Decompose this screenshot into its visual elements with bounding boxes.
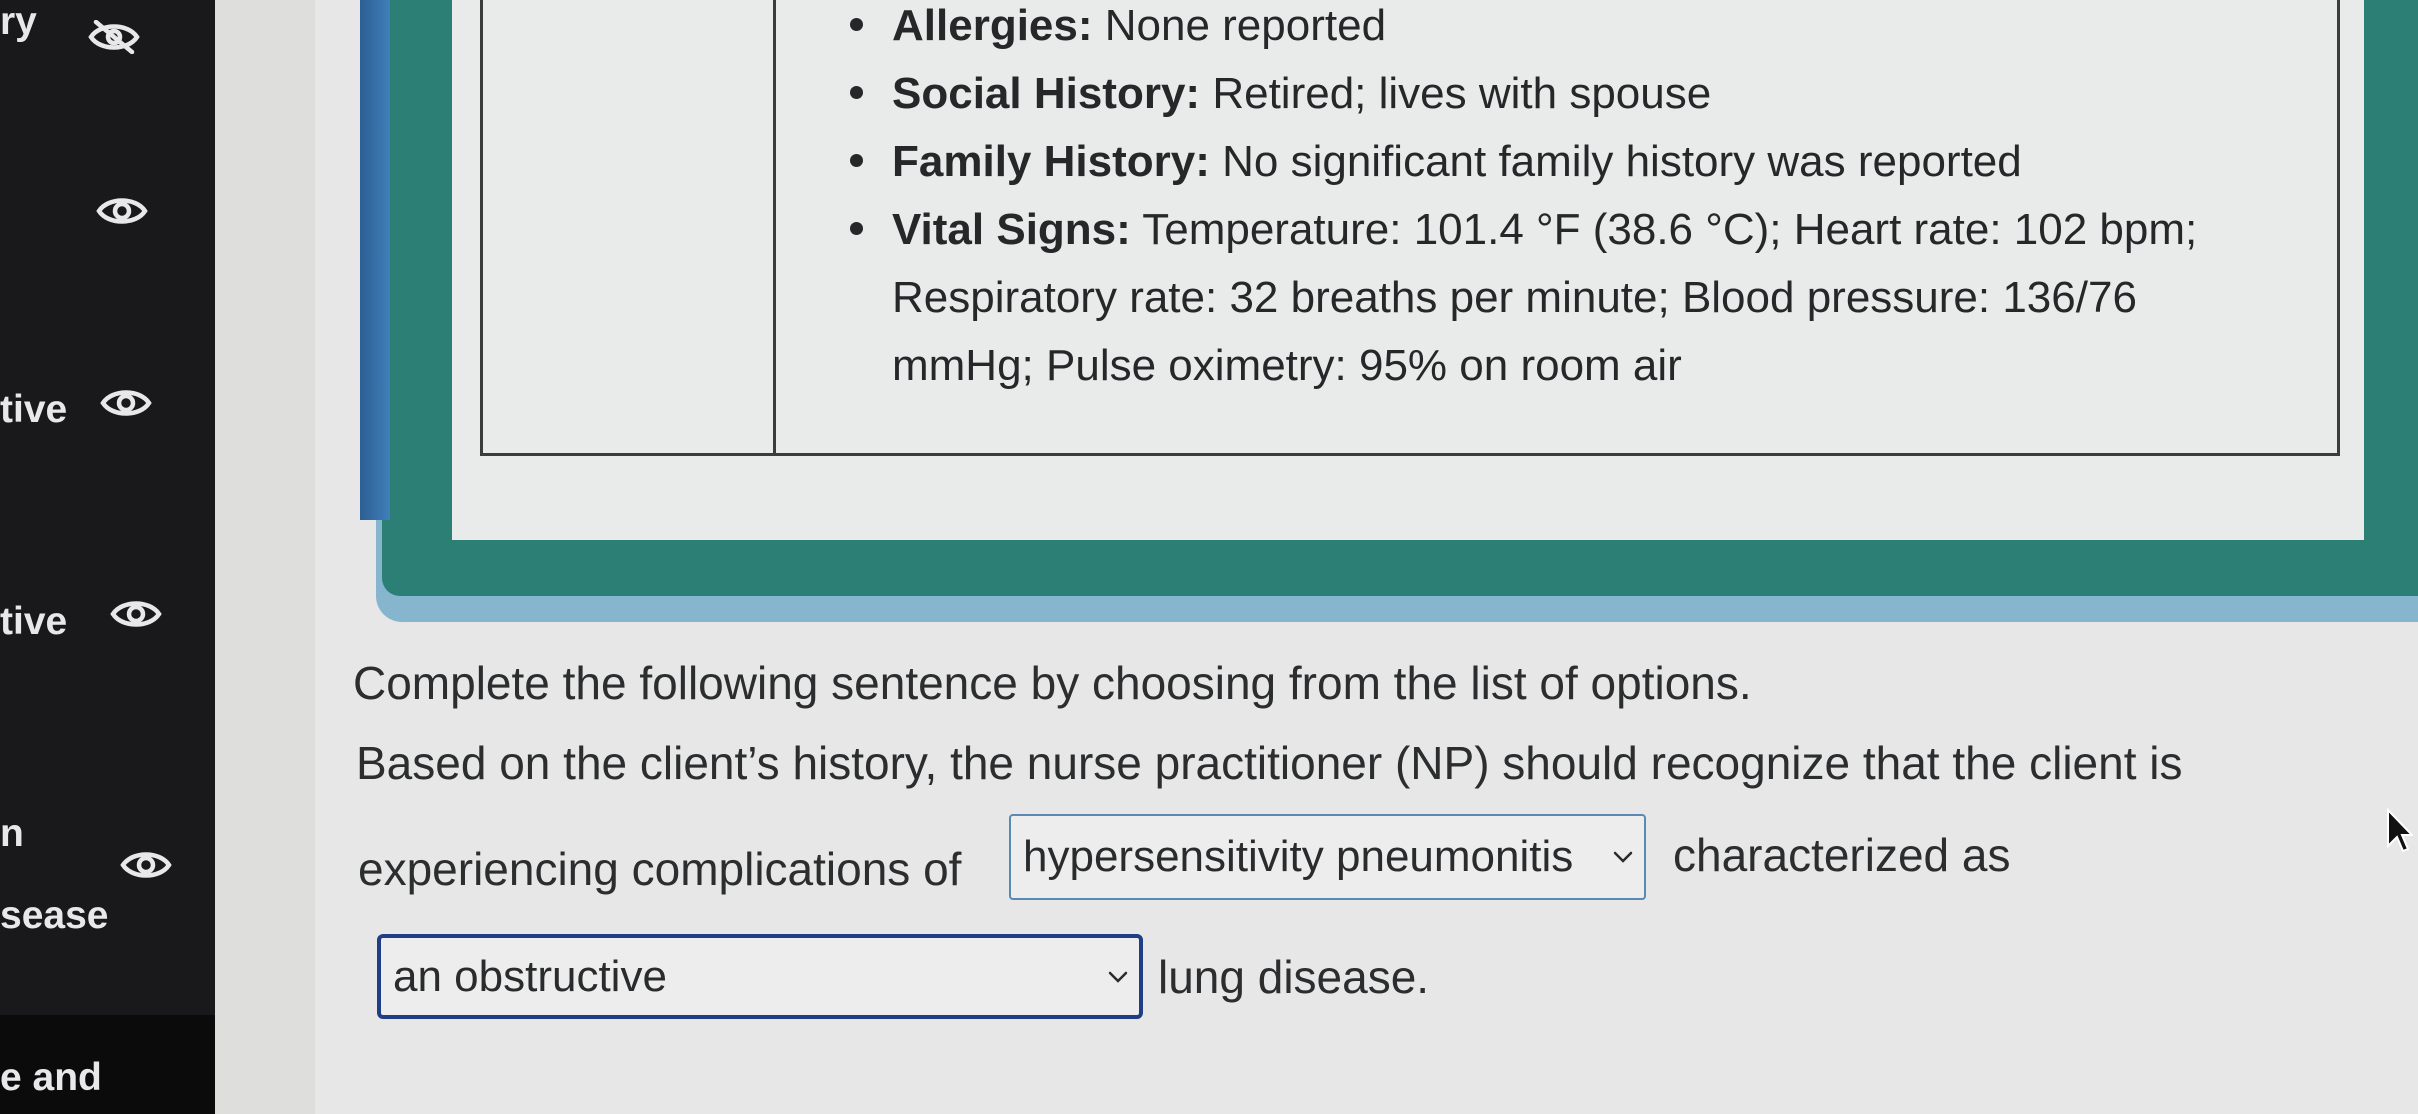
bullet bbox=[850, 154, 863, 167]
table-column-divider bbox=[773, 0, 776, 453]
sidebar-item-label[interactable]: tive bbox=[0, 602, 67, 641]
dropdown-value: hypersensitivity pneumonitis bbox=[1023, 832, 1574, 881]
sidebar-item-label[interactable]: n bbox=[0, 814, 24, 853]
sidebar: ry tive tive n sease e and bbox=[0, 0, 215, 1114]
list-item: Family History: No significant family hi… bbox=[850, 128, 2270, 196]
sidebar-item-label[interactable]: tive bbox=[0, 390, 67, 429]
disease-type-dropdown[interactable]: an obstructive bbox=[377, 934, 1143, 1019]
finding-text: No significant family history was report… bbox=[1209, 137, 2022, 186]
eye-icon[interactable] bbox=[110, 597, 162, 631]
finding-term: Family History: bbox=[892, 137, 1210, 186]
question-stem-suffix: characterized as bbox=[1673, 829, 2011, 881]
finding-text: Retired; lives with spouse bbox=[1200, 69, 1712, 118]
list-item: Social History: Retired; lives with spou… bbox=[850, 60, 2270, 128]
finding-term: Allergies: bbox=[892, 1, 1093, 50]
finding-term: Vital Signs: bbox=[892, 205, 1131, 254]
dropdown-value: an obstructive bbox=[393, 951, 667, 1001]
bullet bbox=[850, 86, 863, 99]
finding-term: Social History: bbox=[892, 69, 1201, 118]
question-stem-line1: Based on the client’s history, the nurse… bbox=[356, 737, 2183, 789]
case-findings-list: Allergies: None reported Social History:… bbox=[850, 0, 2270, 400]
bullet bbox=[850, 18, 863, 31]
chevron-down-icon bbox=[1107, 970, 1129, 984]
sidebar-item-label[interactable]: e and bbox=[0, 1058, 102, 1097]
question-stem-end: lung disease. bbox=[1158, 951, 1430, 1003]
finding-text: None reported bbox=[1092, 1, 1387, 50]
eye-slash-icon[interactable] bbox=[88, 20, 140, 54]
eye-icon[interactable] bbox=[120, 848, 172, 882]
list-item: Allergies: None reported bbox=[850, 0, 2270, 60]
bullet bbox=[850, 222, 863, 235]
question-instruction: Complete the following sentence by choos… bbox=[353, 657, 1752, 709]
list-item: Vital Signs: Temperature: 101.4 °F (38.6… bbox=[850, 196, 2270, 400]
chevron-down-icon bbox=[1612, 850, 1634, 864]
complication-dropdown[interactable]: hypersensitivity pneumonitis bbox=[1009, 814, 1646, 900]
mouse-pointer-icon bbox=[2385, 808, 2413, 854]
question-stem-prefix: experiencing complications of bbox=[358, 843, 962, 895]
case-card-edge bbox=[360, 0, 390, 520]
sidebar-item-label[interactable]: sease bbox=[0, 896, 108, 935]
eye-icon[interactable] bbox=[100, 386, 152, 420]
sidebar-item-label[interactable]: ry bbox=[0, 2, 37, 41]
eye-icon[interactable] bbox=[96, 194, 148, 228]
content-gutter bbox=[215, 0, 315, 1114]
